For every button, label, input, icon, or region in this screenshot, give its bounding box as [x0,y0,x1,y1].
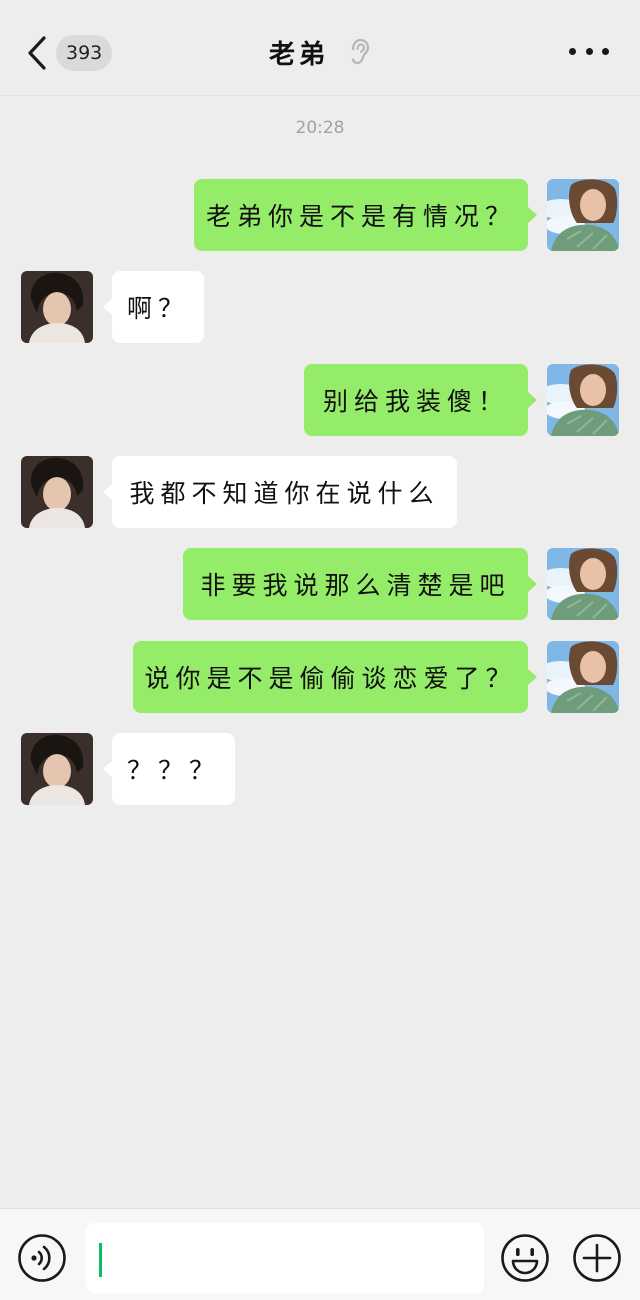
contact-avatar[interactable] [21,271,93,343]
sent-bubble[interactable]: 老弟你是不是有情况？ [194,179,537,251]
received-bubble[interactable]: 啊？ [103,271,204,343]
my-avatar[interactable] [547,548,619,620]
title-area: 老弟 [0,32,640,72]
received-bubble[interactable]: 我都不知道你在说什么 [103,456,457,528]
more-dots-icon [569,47,576,55]
sent-bubble[interactable]: 说你是不是偷偷谈恋爱了？ [133,641,537,713]
sent-bubble[interactable]: 非要我说那么清楚是吧 [183,548,537,620]
message-input[interactable] [86,1223,484,1293]
chat-screen: 393 老弟 20:28 老弟你是不是有情况？ 啊？ 别给我装傻！ 我都不知道你… [0,0,640,1300]
contact-avatar[interactable] [21,456,93,528]
chat-header: 393 老弟 [0,0,640,96]
voice-icon [18,1234,66,1282]
text-caret [99,1243,102,1277]
my-avatar[interactable] [547,641,619,713]
message-timestamp: 20:28 [295,118,345,138]
received-bubble[interactable]: ？？？ [103,733,235,805]
voice-button[interactable] [17,1233,67,1283]
page-title: 老弟 [268,39,329,70]
input-bar [0,1208,640,1300]
contact-avatar[interactable] [21,733,93,805]
plus-button[interactable] [572,1233,622,1283]
ear-icon [351,38,370,65]
emoji-icon [501,1234,549,1282]
more-button[interactable] [566,36,612,66]
plus-icon [573,1234,621,1282]
emoji-button[interactable] [500,1233,550,1283]
my-avatar[interactable] [547,364,619,436]
sent-bubble[interactable]: 别给我装傻！ [304,364,537,436]
my-avatar[interactable] [547,179,619,251]
